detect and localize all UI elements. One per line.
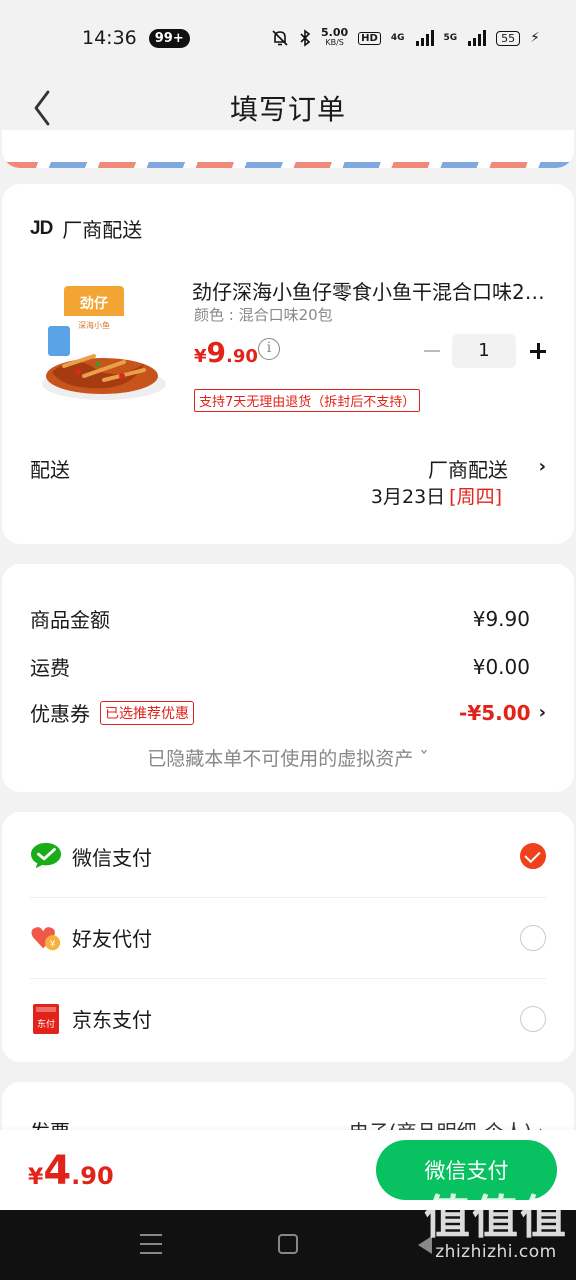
battery-icon: 55: [496, 30, 521, 46]
price-currency: ¥: [194, 346, 207, 367]
svg-text:¥: ¥: [50, 938, 56, 948]
goods-amount-value: ¥9.90: [472, 606, 530, 631]
friend-pay-icon: ¥: [30, 922, 62, 954]
price-info-icon[interactable]: i: [258, 338, 280, 360]
network-speed: 5.00 KB/S: [321, 27, 348, 48]
quantity-plus-button[interactable]: [528, 334, 548, 368]
quantity-stepper: 1: [422, 334, 548, 368]
store-header: JD 厂商配送: [30, 214, 142, 243]
signal-bars-2-icon: [468, 30, 487, 46]
product-image[interactable]: 劲仔 深海小鱼: [34, 276, 174, 406]
network-5g-label: 5G: [443, 33, 458, 43]
payment-radio-friend[interactable]: [520, 924, 546, 951]
delivery-date[interactable]: 3月23日 [周四]: [371, 482, 502, 509]
payment-label-friend: 好友代付: [72, 927, 152, 951]
jd-pay-icon: 东付: [30, 1003, 62, 1035]
product-image-subtitle: 深海小鱼: [78, 320, 110, 330]
coupon-row[interactable]: 优惠券 已选推荐优惠 -¥5.00 ›: [30, 698, 546, 727]
watermark: 值值值 zhizhizhi.com: [424, 1192, 568, 1262]
total-decimal: .90: [71, 1162, 114, 1190]
mute-bell-icon: [272, 30, 288, 46]
airmail-stripe: [2, 162, 574, 168]
payment-card: 微信支付 ¥ 好友代付 东付 京东支付: [2, 812, 574, 1062]
payment-option-jd[interactable]: 东付 京东支付: [30, 978, 546, 1058]
store-name: 厂商配送: [62, 218, 143, 242]
coupon-label: 优惠券: [30, 702, 90, 726]
amount-card: 商品金额 ¥9.90 运费 ¥0.00 优惠券 已选推荐优惠 -¥5.00 › …: [2, 564, 574, 792]
hidden-assets-toggle[interactable]: 已隐藏本单不可使用的虚拟资产 ˇ: [2, 744, 574, 771]
quantity-value[interactable]: 1: [452, 334, 516, 368]
delivery-method[interactable]: 厂商配送: [428, 454, 508, 483]
jd-logo: JD: [30, 217, 53, 239]
delivery-weekday: [周四]: [449, 486, 502, 508]
payment-radio-wechat[interactable]: [520, 843, 546, 869]
status-bar: 14:36 99+ 5.00 KB/S HD 4G 5G 55 ⚡: [0, 0, 576, 76]
network-4g-label: 4G: [390, 33, 405, 43]
speed-unit: KB/S: [325, 38, 344, 47]
product-image-brand: 劲仔: [79, 295, 108, 312]
hd-voice-icon: HD: [358, 31, 381, 45]
coupon-tag: 已选推荐优惠: [100, 700, 194, 725]
delivery-chevron-icon[interactable]: ›: [539, 456, 546, 477]
store-card: JD 厂商配送 劲仔 深海小鱼 劲仔深海小鱼仔零食小鱼干混合口味20包 颜色 :…: [2, 184, 574, 544]
total-integer: 4: [43, 1148, 72, 1194]
payment-label-wechat: 微信支付: [72, 845, 152, 870]
order-total: ¥ 4 .90: [28, 1148, 114, 1194]
product-spec: 颜色 : 混合口味20包: [194, 306, 333, 324]
status-time: 14:36: [82, 27, 137, 49]
price-decimal: .90: [226, 346, 258, 367]
coupon-value: -¥5.00: [459, 700, 531, 725]
recent-apps-icon[interactable]: [140, 1234, 162, 1254]
bluetooth-icon: [300, 29, 311, 47]
goods-amount-label: 商品金额: [30, 608, 110, 632]
coupon-chevron-icon: ›: [538, 702, 546, 723]
wechat-pay-icon: [30, 840, 62, 872]
total-currency: ¥: [28, 1165, 44, 1190]
return-policy-tag: 支持7天无理由退货（拆封后不支持）: [194, 389, 421, 412]
shipping-label: 运费: [30, 656, 70, 680]
page-title: 填写订单: [229, 93, 346, 126]
watermark-url: zhizhizhi.com: [435, 1242, 557, 1262]
address-card[interactable]: [2, 130, 574, 168]
product-price: ¥ 9 .90: [194, 336, 258, 369]
notification-count-badge: 99+: [148, 28, 190, 48]
home-icon[interactable]: [278, 1234, 298, 1254]
product-title[interactable]: 劲仔深海小鱼仔零食小鱼干混合口味20包: [192, 276, 548, 305]
payment-label-jd: 京东支付: [72, 1008, 152, 1032]
payment-option-wechat[interactable]: 微信支付: [30, 816, 546, 896]
price-integer: 9: [206, 336, 227, 369]
watermark-logo: 值值值: [424, 1190, 568, 1244]
charging-icon: ⚡: [530, 30, 540, 46]
shipping-value: ¥0.00: [472, 654, 530, 679]
payment-option-friend[interactable]: ¥ 好友代付: [30, 897, 546, 977]
payment-radio-jd[interactable]: [520, 1005, 546, 1032]
shipping-row: 运费 ¥0.00: [30, 652, 530, 681]
jd-pay-icon-text: 东付: [37, 1018, 55, 1030]
back-arrow-icon[interactable]: [28, 84, 56, 128]
signal-bars-icon: [415, 30, 434, 46]
quantity-minus-button[interactable]: [422, 334, 442, 368]
delivery-label: 配送: [30, 458, 70, 482]
delivery-date-value: 3月23日: [370, 486, 446, 508]
status-icons: 5.00 KB/S HD 4G 5G 55 ⚡: [271, 27, 540, 48]
goods-amount-row: 商品金额 ¥9.90: [30, 604, 530, 633]
